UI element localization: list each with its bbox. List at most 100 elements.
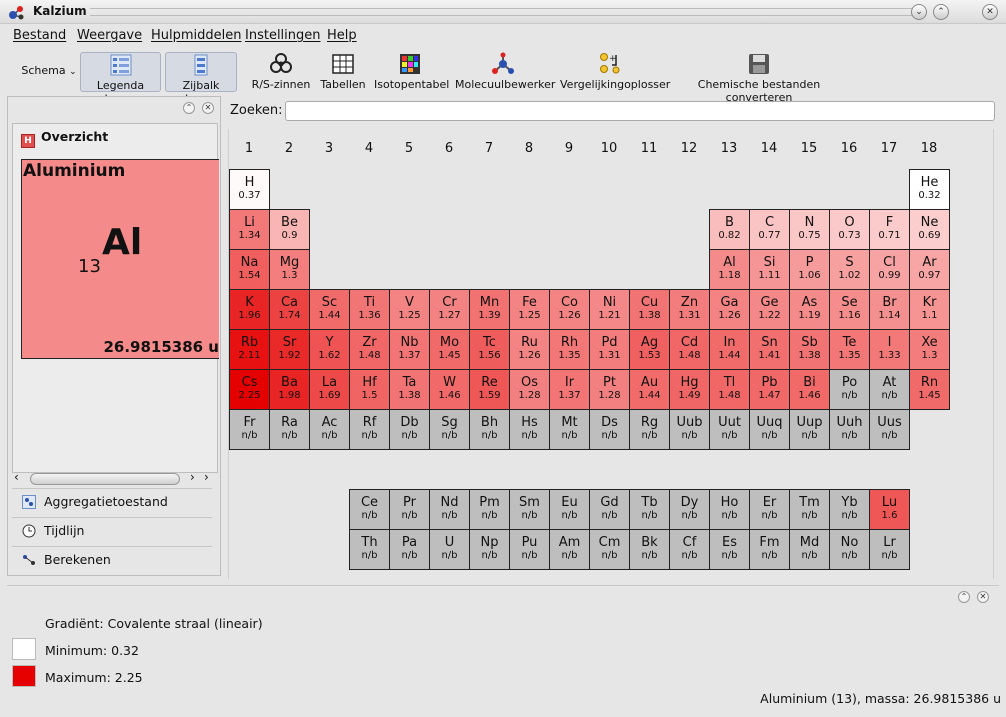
element-cell[interactable]: Nd n/b (429, 489, 470, 530)
element-cell[interactable]: Cm n/b (589, 529, 630, 570)
scroll-right-icon[interactable]: › (190, 470, 195, 484)
tab-berekenen[interactable]: Berekenen (12, 546, 212, 572)
element-cell[interactable]: Si 1.11 (749, 249, 790, 290)
element-cell[interactable]: Os 1.28 (509, 369, 550, 410)
element-cell[interactable]: Zn 1.31 (669, 289, 710, 330)
scroll-right-end-icon[interactable]: › (204, 470, 209, 484)
menu-weergave[interactable]: Weergave (77, 28, 142, 43)
element-cell[interactable]: N 0.75 (789, 209, 830, 250)
element-cell[interactable]: Au 1.44 (629, 369, 670, 410)
element-cell[interactable]: Yb n/b (829, 489, 870, 530)
element-cell[interactable]: As 1.19 (789, 289, 830, 330)
element-cell[interactable]: Re 1.59 (469, 369, 510, 410)
convert-files-button[interactable]: Chemische bestanden converteren (670, 52, 848, 104)
element-cell[interactable]: Tb n/b (629, 489, 670, 530)
element-cell[interactable]: Tc 1.56 (469, 329, 510, 370)
tab-tijdlijn[interactable]: Tijdlijn (12, 517, 212, 543)
element-cell[interactable]: Bk n/b (629, 529, 670, 570)
element-cell[interactable]: Ds n/b (589, 409, 630, 450)
sidebar-scrollbar[interactable]: ‹ › › (14, 470, 212, 486)
element-cell[interactable]: Er n/b (749, 489, 790, 530)
element-cell[interactable]: V 1.25 (389, 289, 430, 330)
element-cell[interactable]: Sc 1.44 (309, 289, 350, 330)
element-cell[interactable]: Fm n/b (749, 529, 790, 570)
show-sidebar-button[interactable]: Zijbalk tonen (165, 52, 237, 105)
element-cell[interactable]: Ba 1.98 (269, 369, 310, 410)
element-cell[interactable]: Na 1.54 (229, 249, 270, 290)
menu-bestand[interactable]: Bestand (13, 28, 66, 43)
element-cell[interactable]: Gd n/b (589, 489, 630, 530)
element-cell[interactable]: Ru 1.26 (509, 329, 550, 370)
element-cell[interactable]: Po n/b (829, 369, 870, 410)
element-cell[interactable]: Cf n/b (669, 529, 710, 570)
element-cell[interactable]: Co 1.26 (549, 289, 590, 330)
element-cell[interactable]: Rb 2.11 (229, 329, 270, 370)
element-cell[interactable]: Uub n/b (669, 409, 710, 450)
rs-phrases-button[interactable]: R/S-zinnen (250, 52, 312, 92)
element-cell[interactable]: Ir 1.37 (549, 369, 590, 410)
element-cell[interactable]: Ra n/b (269, 409, 310, 450)
element-cell[interactable]: Uus n/b (869, 409, 910, 450)
element-cell[interactable]: Ca 1.74 (269, 289, 310, 330)
element-cell[interactable]: Dy n/b (669, 489, 710, 530)
element-cell[interactable]: Cr 1.27 (429, 289, 470, 330)
element-cell[interactable]: Nb 1.37 (389, 329, 430, 370)
element-cell[interactable]: Pd 1.31 (589, 329, 630, 370)
element-cell[interactable]: Hs n/b (509, 409, 550, 450)
element-cell[interactable]: Sm n/b (509, 489, 550, 530)
element-cell[interactable]: Br 1.14 (869, 289, 910, 330)
element-cell[interactable]: In 1.44 (709, 329, 750, 370)
element-cell[interactable]: Md n/b (789, 529, 830, 570)
element-cell[interactable]: Ne 0.69 (909, 209, 950, 250)
element-cell[interactable]: La 1.69 (309, 369, 350, 410)
element-cell[interactable]: He 0.32 (909, 169, 950, 210)
element-cell[interactable]: Bi 1.46 (789, 369, 830, 410)
element-cell[interactable]: Np n/b (469, 529, 510, 570)
element-cell[interactable]: H 0.37 (229, 169, 270, 210)
element-cell[interactable]: K 1.96 (229, 289, 270, 330)
float-legend-button[interactable]: ⌃ (958, 591, 970, 603)
element-cell[interactable]: Uuh n/b (829, 409, 870, 450)
element-cell[interactable]: Ar 0.97 (909, 249, 950, 290)
schema-dropdown[interactable]: Schema ⌄ (20, 52, 78, 92)
element-cell[interactable]: Ac n/b (309, 409, 350, 450)
element-cell[interactable]: Ag 1.53 (629, 329, 670, 370)
element-cell[interactable]: Fr n/b (229, 409, 270, 450)
element-cell[interactable]: Se 1.16 (829, 289, 870, 330)
shade-button[interactable]: ⌄ (911, 4, 927, 20)
element-cell[interactable]: Un/b (429, 529, 470, 570)
element-cell[interactable]: Zr 1.48 (349, 329, 390, 370)
element-cell[interactable]: Db n/b (389, 409, 430, 450)
element-cell[interactable]: Hg 1.49 (669, 369, 710, 410)
element-cell[interactable]: Sn 1.41 (749, 329, 790, 370)
close-button[interactable]: ✕ (982, 4, 998, 20)
close-dock-button[interactable]: ✕ (202, 102, 214, 114)
element-cell[interactable]: Lu 1.6 (869, 489, 910, 530)
element-cell[interactable]: Cl 0.99 (869, 249, 910, 290)
element-cell[interactable]: Eu n/b (549, 489, 590, 530)
element-cell[interactable]: Sr 1.92 (269, 329, 310, 370)
element-cell[interactable]: Ge 1.22 (749, 289, 790, 330)
element-cell[interactable]: I 1.33 (869, 329, 910, 370)
element-cell[interactable]: At n/b (869, 369, 910, 410)
element-cell[interactable]: Hf 1.5 (349, 369, 390, 410)
element-cell[interactable]: Am n/b (549, 529, 590, 570)
element-cell[interactable]: Pu n/b (509, 529, 550, 570)
element-cell[interactable]: Be 0.9 (269, 209, 310, 250)
scrollbar-thumb[interactable] (30, 473, 180, 485)
element-cell[interactable]: Mt n/b (549, 409, 590, 450)
close-legend-button[interactable]: ✕ (977, 591, 989, 603)
element-cell[interactable]: Es n/b (709, 529, 750, 570)
element-cell[interactable]: Pr n/b (389, 489, 430, 530)
element-cell[interactable]: No n/b (829, 529, 870, 570)
element-cell[interactable]: Lr n/b (869, 529, 910, 570)
element-cell[interactable]: Ga 1.26 (709, 289, 750, 330)
maximize-button[interactable]: ⌃ (933, 4, 949, 20)
element-cell[interactable]: Tl 1.48 (709, 369, 750, 410)
element-cell[interactable]: Uuq n/b (749, 409, 790, 450)
menu-help[interactable]: Help (327, 28, 357, 43)
element-cell[interactable]: Al 1.18 (709, 249, 750, 290)
element-cell[interactable]: Kr 1.1 (909, 289, 950, 330)
element-cell[interactable]: Ho n/b (709, 489, 750, 530)
element-cell[interactable]: Ta 1.38 (389, 369, 430, 410)
